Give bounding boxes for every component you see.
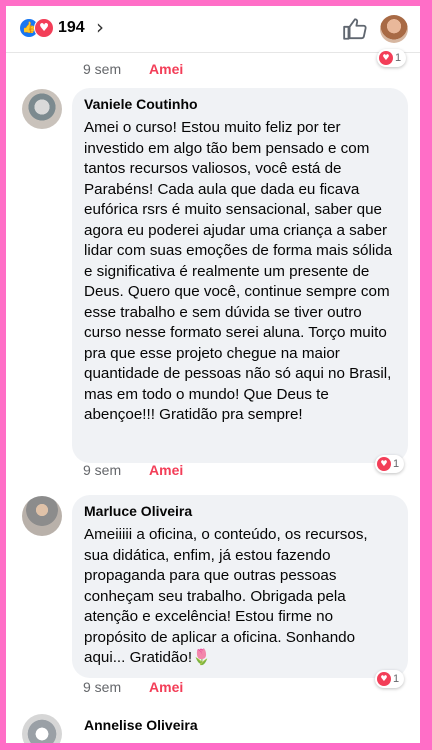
love-reaction-link[interactable]: Amei: [149, 462, 183, 478]
reaction-count-badge: 1: [393, 673, 400, 685]
heart-icon: ♥: [377, 457, 391, 472]
reaction-badge[interactable]: ♥ 1: [377, 49, 407, 67]
commenter-name[interactable]: Vaniele Coutinho: [84, 95, 396, 113]
reaction-badge[interactable]: ♥ 1: [375, 670, 405, 688]
heart-icon: ♥: [377, 672, 391, 687]
comment-bubble: Marluce Oliveira Ameiiiii a oficina, o c…: [72, 495, 408, 678]
comment-meta-row: 9 sem Amei: [83, 61, 183, 77]
comment-text: Amei o curso! Estou muito feliz por ter …: [84, 119, 393, 423]
avatar[interactable]: [22, 714, 62, 743]
love-icon: ♥: [34, 17, 54, 38]
reaction-count[interactable]: 194: [58, 19, 85, 37]
thumbs-up-icon[interactable]: [342, 16, 368, 42]
comment-meta-row: 9 sem Amei: [83, 679, 183, 695]
reactions-header: 👍 ♥ 194 ›: [6, 6, 420, 53]
comment-time[interactable]: 9 sem: [83, 61, 121, 77]
comment-text: Ameiiiii a oficina, o conteúdo, os recur…: [84, 526, 368, 666]
commenter-name[interactable]: Marluce Oliveira: [84, 502, 396, 520]
comment-bubble: Vaniele Coutinho Amei o curso! Estou mui…: [72, 88, 408, 463]
comment-time[interactable]: 9 sem: [83, 679, 121, 695]
comment-meta-row: 9 sem Amei: [83, 462, 183, 478]
current-user-avatar[interactable]: [380, 15, 408, 43]
comments-panel: 👍 ♥ 194 › 9 sem Amei ♥ 1 Vaniele Coutinho…: [6, 6, 420, 743]
heart-icon: ♥: [379, 51, 393, 66]
reaction-badge[interactable]: ♥ 1: [375, 455, 405, 473]
love-reaction-link[interactable]: Amei: [149, 61, 183, 77]
commenter-name[interactable]: Annelise Oliveira: [84, 717, 198, 733]
avatar[interactable]: [22, 496, 62, 536]
love-reaction-link[interactable]: Amei: [149, 679, 183, 695]
avatar[interactable]: [22, 89, 62, 129]
comment-time[interactable]: 9 sem: [83, 462, 121, 478]
reaction-count-badge: 1: [393, 458, 400, 470]
reaction-count-badge: 1: [395, 52, 402, 64]
chevron-right-icon[interactable]: ›: [96, 15, 104, 39]
